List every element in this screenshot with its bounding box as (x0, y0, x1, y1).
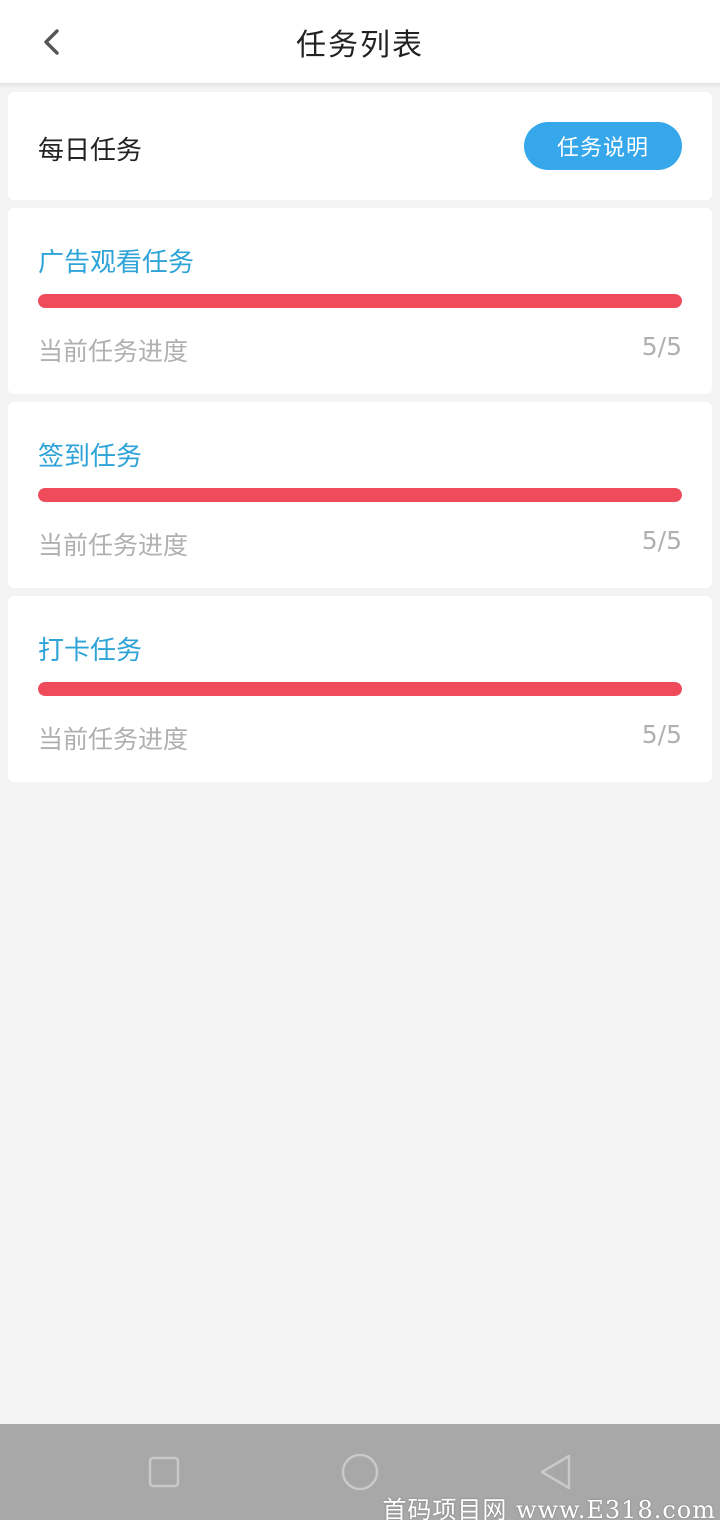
task-progress-label: 当前任务进度 (38, 725, 189, 754)
task-progress-bar (38, 294, 682, 308)
watermark-text: 首码项目网 www.E318.com (382, 1496, 716, 1520)
task-title: 广告观看任务 (38, 248, 195, 278)
task-progress-count: 5/5 (641, 332, 682, 361)
task-progress-fill (38, 488, 682, 502)
task-progress-label: 当前任务进度 (38, 531, 189, 560)
home-button[interactable] (340, 1452, 380, 1492)
system-back-button[interactable] (536, 1452, 576, 1492)
task-progress-label: 当前任务进度 (38, 337, 189, 366)
top-bar: 任务列表 (0, 0, 720, 84)
task-progress-fill (38, 682, 682, 696)
task-progress-bar (38, 488, 682, 502)
home-icon (341, 1453, 379, 1491)
page-title: 任务列表 (296, 28, 424, 63)
task-card[interactable]: 广告观看任务 当前任务进度 5/5 (8, 208, 712, 394)
task-progress-fill (38, 294, 682, 308)
recent-apps-icon (148, 1456, 180, 1488)
task-progress-count: 5/5 (641, 526, 682, 555)
daily-tasks-title: 每日任务 (38, 136, 143, 166)
task-title: 打卡任务 (38, 636, 143, 666)
task-card[interactable]: 签到任务 当前任务进度 5/5 (8, 402, 712, 588)
daily-tasks-card: 每日任务 任务说明 (8, 92, 712, 200)
task-list-page: 任务列表 每日任务 任务说明 广告观看任务 当前任务进度 5/5 签到任务 当前… (0, 0, 720, 1520)
back-triangle-icon (540, 1454, 571, 1490)
task-explanation-button[interactable]: 任务说明 (524, 122, 682, 170)
task-card[interactable]: 打卡任务 当前任务进度 5/5 (8, 596, 712, 782)
task-progress-bar (38, 682, 682, 696)
task-title: 签到任务 (38, 442, 143, 472)
recent-apps-button[interactable] (144, 1452, 184, 1492)
task-progress-count: 5/5 (641, 720, 682, 749)
